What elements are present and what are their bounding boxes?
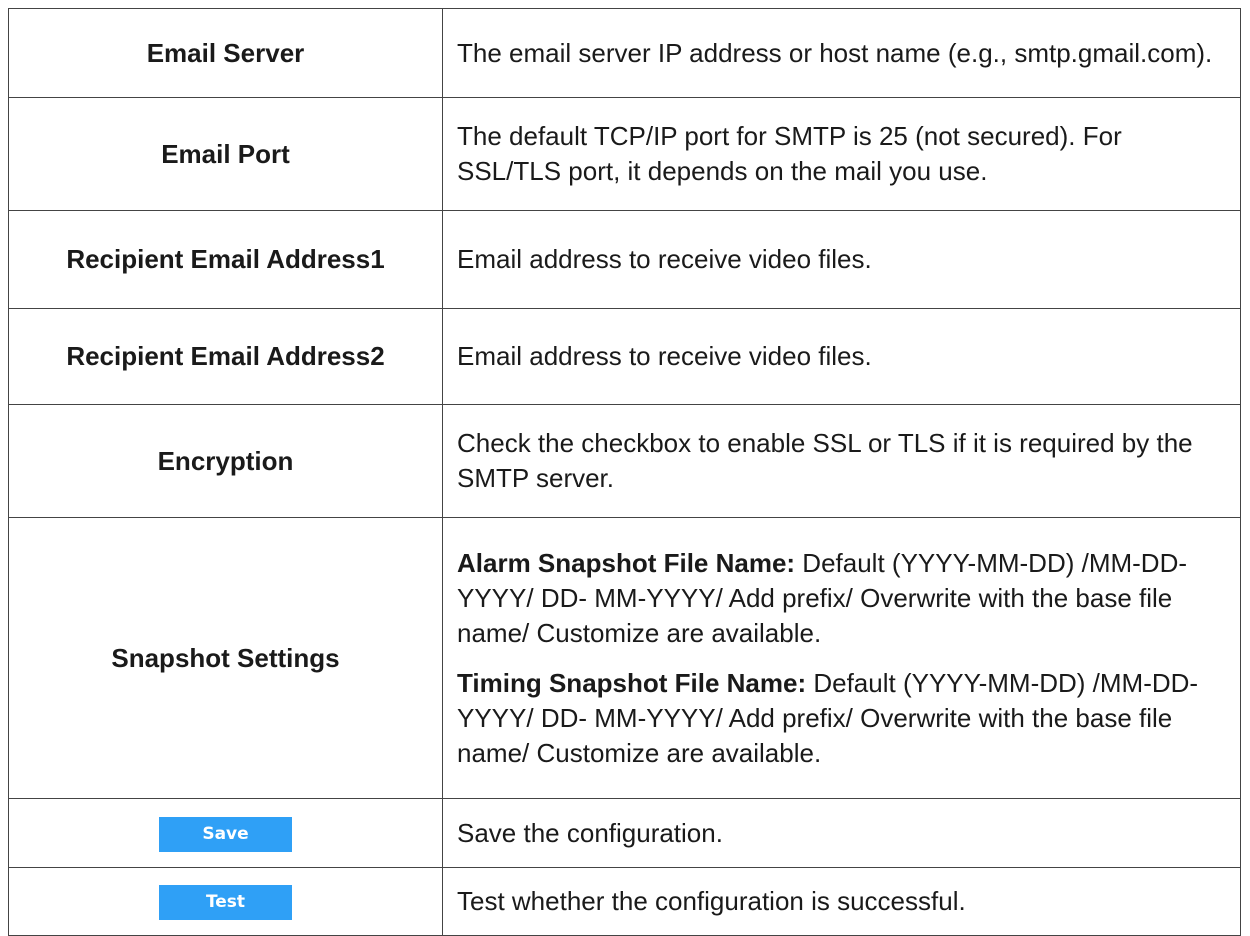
row-label: Snapshot Settings bbox=[8, 517, 443, 799]
row-label: Save bbox=[8, 798, 443, 868]
table-row: Email Server The email server IP address… bbox=[8, 8, 1241, 98]
row-label: Encryption bbox=[8, 404, 443, 518]
row-label: Test bbox=[8, 867, 443, 936]
row-description: Email address to receive video files. bbox=[442, 308, 1241, 405]
table-row: Email Port The default TCP/IP port for S… bbox=[8, 97, 1241, 211]
table-row: Encryption Check the checkbox to enable … bbox=[8, 404, 1241, 518]
timing-snapshot-paragraph: Timing Snapshot File Name: Default (YYYY… bbox=[457, 666, 1224, 771]
table-row: Snapshot Settings Alarm Snapshot File Na… bbox=[8, 517, 1241, 799]
table-row: Test Test whether the configuration is s… bbox=[8, 867, 1241, 936]
row-label: Email Port bbox=[8, 97, 443, 211]
alarm-snapshot-paragraph: Alarm Snapshot File Name: Default (YYYY-… bbox=[457, 546, 1224, 651]
row-label: Email Server bbox=[8, 8, 443, 98]
row-description: Alarm Snapshot File Name: Default (YYYY-… bbox=[442, 517, 1241, 799]
alarm-snapshot-title: Alarm Snapshot File Name: bbox=[457, 547, 796, 578]
row-description: Email address to receive video files. bbox=[442, 210, 1241, 309]
row-label: Recipient Email Address1 bbox=[8, 210, 443, 309]
save-button[interactable]: Save bbox=[159, 816, 292, 852]
row-description: The default TCP/IP port for SMTP is 25 (… bbox=[442, 97, 1241, 211]
timing-snapshot-title: Timing Snapshot File Name: bbox=[457, 667, 807, 698]
row-label: Recipient Email Address2 bbox=[8, 308, 443, 405]
row-description: The email server IP address or host name… bbox=[442, 8, 1241, 98]
settings-description-table: Email Server The email server IP address… bbox=[8, 8, 1241, 936]
table-row: Recipient Email Address2 Email address t… bbox=[8, 308, 1241, 405]
row-description: Check the checkbox to enable SSL or TLS … bbox=[442, 404, 1241, 518]
row-description: Save the configuration. bbox=[442, 798, 1241, 868]
table-row: Save Save the configuration. bbox=[8, 798, 1241, 868]
table-row: Recipient Email Address1 Email address t… bbox=[8, 210, 1241, 309]
row-description: Test whether the configuration is succes… bbox=[442, 867, 1241, 936]
test-button[interactable]: Test bbox=[159, 885, 292, 920]
